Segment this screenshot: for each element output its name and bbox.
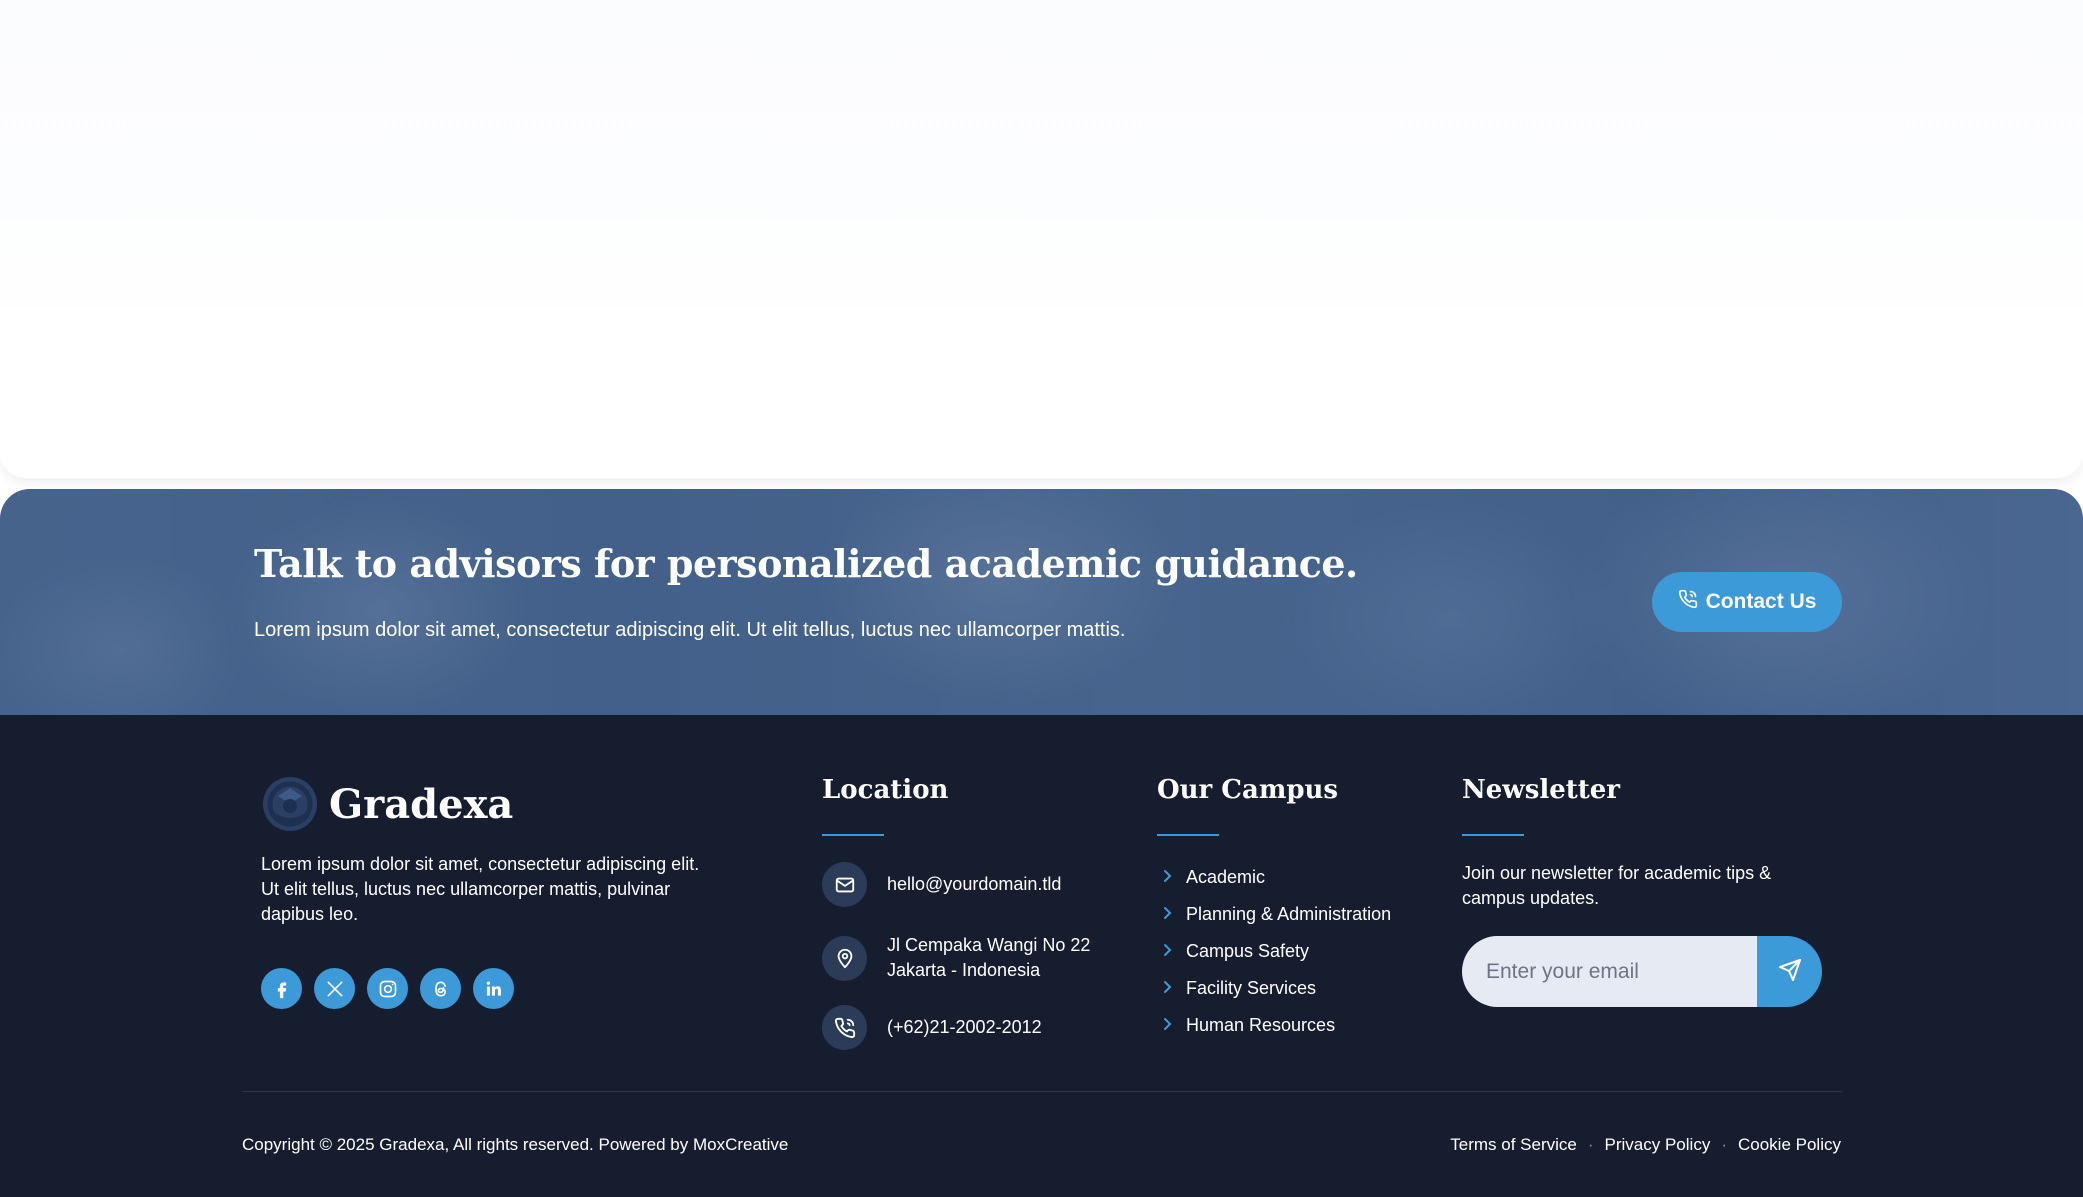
cta-description: Lorem ipsum dolor sit amet, consectetur … <box>254 619 1126 641</box>
instagram-icon[interactable] <box>367 968 408 1009</box>
gradexa-logo-icon <box>261 775 319 833</box>
chevron-right-icon <box>1160 941 1174 962</box>
location-address: Jl Cempaka Wangi No 22 Jakarta - Indones… <box>822 933 1090 983</box>
campus-link-facility[interactable]: Facility Services <box>1160 970 1391 1007</box>
chevron-right-icon <box>1160 1015 1174 1036</box>
facebook-icon[interactable] <box>261 968 302 1009</box>
campus-link-label: Human Resources <box>1186 1015 1336 1035</box>
campus-title: Our Campus <box>1157 775 1339 805</box>
footer-divider <box>242 1091 1842 1092</box>
cta-title: Talk to advisors for personalized academ… <box>254 541 1358 586</box>
newsletter-description: Join our newsletter for academic tips & … <box>1462 863 1772 908</box>
linkedin-icon[interactable] <box>473 968 514 1009</box>
contact-us-label: Contact Us <box>1705 590 1817 613</box>
chevron-right-icon <box>1160 978 1174 999</box>
campus-title-underline <box>1157 834 1219 836</box>
email-text: hello@yourdomain.tld <box>887 874 1062 894</box>
newsletter-submit-button[interactable] <box>1757 936 1822 1007</box>
cookie-policy-link[interactable]: Cookie Policy <box>1738 1135 1841 1155</box>
brand-name: Gradexa <box>329 780 514 828</box>
separator-dot: · <box>1721 1135 1727 1154</box>
page: Talk to advisors for personalized academ… <box>0 0 2083 1197</box>
footer: Gradexa Lorem ipsum dolor sit amet, cons… <box>0 715 2083 1197</box>
newsletter-title-underline <box>1462 834 1524 836</box>
social-links <box>261 968 514 1009</box>
location-title-underline <box>822 834 884 836</box>
content-area <box>0 0 2083 478</box>
map-pin-icon <box>822 935 867 981</box>
campus-link-label: Facility Services <box>1186 978 1317 998</box>
copyright-text: Copyright © 2025 Gradexa, All rights res… <box>242 1135 789 1154</box>
campus-link-safety[interactable]: Campus Safety <box>1160 933 1391 970</box>
terms-of-service-link[interactable]: Terms of Service <box>1450 1135 1577 1155</box>
contact-us-button[interactable]: Contact Us <box>1652 572 1842 632</box>
location-phone[interactable]: (+62)21-2002-2012 <box>822 1005 1042 1050</box>
campus-link-academic[interactable]: Academic <box>1160 859 1391 896</box>
x-icon[interactable] <box>314 968 355 1009</box>
address-line-2: Jakarta - Indonesia <box>887 960 1041 980</box>
brand-description: Lorem ipsum dolor sit amet, consectetur … <box>261 854 700 924</box>
location-email[interactable]: hello@yourdomain.tld <box>822 862 1061 907</box>
newsletter-title: Newsletter <box>1462 775 1621 805</box>
cta-banner: Talk to advisors for personalized academ… <box>0 489 2083 715</box>
chevron-right-icon <box>1160 867 1174 888</box>
newsletter-form <box>1462 936 1822 1007</box>
campus-link-label: Planning & Administration <box>1186 904 1392 924</box>
phone-icon <box>822 1005 867 1050</box>
legal-links: Terms of Service · Privacy Policy · Cook… <box>1450 1135 1841 1155</box>
location-title: Location <box>822 775 949 805</box>
threads-icon[interactable] <box>420 968 461 1009</box>
send-icon <box>1778 958 1802 985</box>
campus-link-planning[interactable]: Planning & Administration <box>1160 896 1391 933</box>
separator-dot: · <box>1587 1135 1594 1154</box>
campus-link-hr[interactable]: Human Resources <box>1160 1007 1391 1044</box>
campus-links: Academic Planning & Administration Campu… <box>1160 859 1391 1044</box>
chevron-right-icon <box>1160 904 1174 925</box>
campus-link-label: Academic <box>1186 867 1266 887</box>
mail-icon <box>822 862 867 907</box>
address-line-1: Jl Cempaka Wangi No 22 <box>887 935 1091 955</box>
privacy-policy-link[interactable]: Privacy Policy <box>1605 1135 1711 1155</box>
newsletter-email-input[interactable] <box>1462 936 1757 1007</box>
phone-text: (+62)21-2002-2012 <box>887 1017 1042 1037</box>
phone-icon <box>1678 589 1698 615</box>
brand[interactable]: Gradexa <box>261 775 513 833</box>
campus-link-label: Campus Safety <box>1186 941 1310 961</box>
address-text: Jl Cempaka Wangi No 22 Jakarta - Indones… <box>887 933 1090 983</box>
